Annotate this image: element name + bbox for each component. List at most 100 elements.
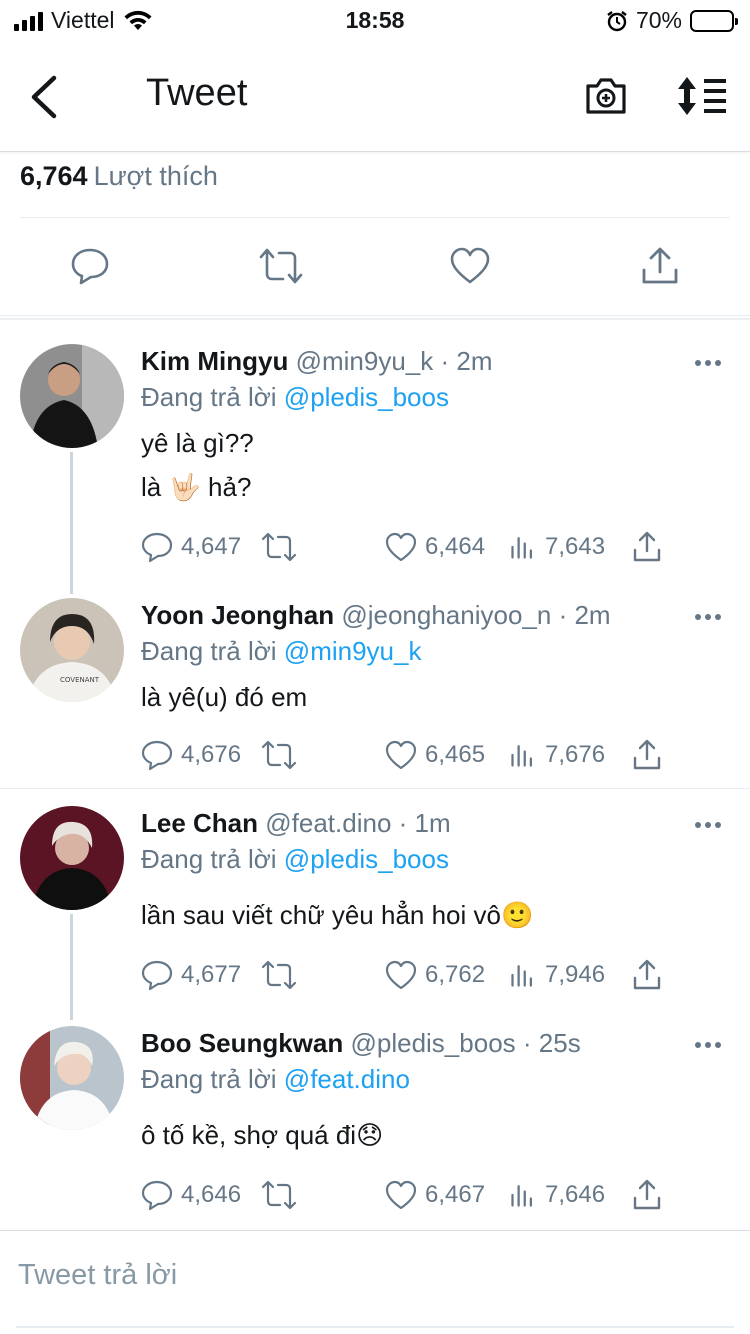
tweet-stats: 4,647 6,464 7,643: [141, 530, 681, 564]
reply-icon: [141, 532, 173, 563]
page-title: Tweet: [146, 72, 248, 114]
share-icon[interactable]: [640, 246, 680, 286]
reply-stat[interactable]: 4,676: [141, 738, 241, 772]
battery-icon: [690, 9, 738, 32]
like-stat[interactable]: 6,762: [385, 958, 485, 992]
like-stat[interactable]: 6,467: [385, 1178, 485, 1212]
avatar[interactable]: [20, 344, 124, 448]
reply-composer[interactable]: Tweet trả lời: [0, 1230, 750, 1334]
analytics-icon: [511, 745, 533, 767]
reply-stat[interactable]: 4,677: [141, 958, 241, 992]
conversation-divider: [0, 788, 750, 789]
reply-input-placeholder[interactable]: Tweet trả lời: [18, 1259, 177, 1292]
retweet-stat[interactable]: [261, 958, 297, 992]
reply-icon: [141, 1180, 173, 1211]
likes-label: Lượt thích: [93, 161, 218, 191]
likes-summary[interactable]: 6,764 Lượt thích: [20, 152, 730, 218]
retweet-icon: [261, 532, 297, 562]
share-icon: [633, 531, 661, 562]
replying-to-label: Đang trả lời: [141, 382, 277, 412]
reply-stat[interactable]: 4,646: [141, 1178, 241, 1212]
share-icon: [633, 959, 661, 990]
replying-to-handle[interactable]: @min9yu_k: [284, 636, 422, 666]
views-count: 7,646: [545, 1181, 606, 1208]
svg-text:COVENANT: COVENANT: [60, 676, 100, 684]
user-handle[interactable]: @jeonghaniyoo_n: [341, 600, 551, 630]
like-stat[interactable]: 6,464: [385, 530, 485, 564]
battery-percent: 70%: [635, 7, 682, 33]
share-stat[interactable]: [631, 738, 663, 772]
display-name[interactable]: Kim Mingyu: [141, 346, 288, 376]
share-stat[interactable]: [631, 1178, 663, 1212]
like-icon[interactable]: [450, 246, 490, 286]
tweet-text: lần sau viết chữ yêu hẳn hoi vô🙂: [141, 900, 534, 930]
views-stat[interactable]: 7,946: [509, 958, 605, 992]
analytics-icon: [511, 1185, 533, 1207]
share-icon: [633, 739, 661, 770]
replying-to-handle[interactable]: @pledis_boos: [284, 382, 449, 412]
display-name[interactable]: Lee Chan: [141, 808, 258, 838]
camera-plus-icon[interactable]: [584, 74, 628, 118]
tweet-text: là yê(u) đó em: [141, 682, 308, 712]
reply-count: 4,676: [181, 741, 242, 768]
views-stat[interactable]: 7,676: [509, 738, 605, 772]
display-name[interactable]: Yoon Jeonghan: [141, 600, 334, 630]
views-count: 7,676: [545, 741, 606, 768]
views-stat[interactable]: 7,646: [509, 1178, 605, 1212]
more-options-icon[interactable]: [694, 358, 722, 368]
retweet-icon[interactable]: [259, 246, 303, 286]
reply-stat[interactable]: 4,647: [141, 530, 241, 564]
display-name[interactable]: Boo Seungkwan: [141, 1028, 343, 1058]
top-nav-bar: Tweet: [0, 40, 750, 152]
like-icon: [385, 1180, 417, 1210]
views-stat[interactable]: 7,643: [509, 530, 605, 564]
retweet-stat[interactable]: [261, 530, 297, 564]
like-stat[interactable]: 6,465: [385, 738, 485, 772]
likes-count: 6,764: [20, 161, 88, 191]
sort-icon[interactable]: [676, 74, 728, 118]
tweet-stats: 4,676 6,465 7,676: [141, 738, 681, 772]
like-count: 6,467: [425, 1181, 486, 1208]
share-stat[interactable]: [631, 958, 663, 992]
tweet-header: Lee Chan @feat.dino · 1m: [141, 808, 451, 839]
reply-count: 4,677: [181, 961, 242, 988]
like-icon: [385, 532, 417, 562]
tweet-actions: [0, 218, 750, 316]
tweet-text: yê là gì??: [141, 428, 254, 458]
replying-to-label: Đang trả lời: [141, 1064, 277, 1094]
alarm-icon: [607, 10, 627, 31]
tweet-time: · 25s: [522, 1028, 581, 1058]
reply-icon[interactable]: [70, 246, 110, 286]
more-options-icon[interactable]: [694, 612, 722, 622]
reply-count: 4,646: [181, 1181, 242, 1208]
retweet-stat[interactable]: [261, 738, 297, 772]
more-options-icon[interactable]: [694, 1040, 722, 1050]
avatar[interactable]: [20, 806, 124, 910]
replying-to: Đang trả lời @pledis_boos: [141, 844, 449, 875]
views-count: 7,946: [545, 961, 606, 988]
retweet-stat[interactable]: [261, 1178, 297, 1212]
like-icon: [385, 740, 417, 770]
retweet-icon: [261, 1180, 297, 1210]
like-count: 6,465: [425, 741, 486, 768]
like-icon: [385, 960, 417, 990]
like-count: 6,464: [425, 533, 486, 560]
back-chevron-icon[interactable]: [26, 74, 66, 120]
tweet-header: Kim Mingyu @min9yu_k · 2m: [141, 346, 492, 377]
tweet-stats: 4,677 6,762 7,946: [141, 958, 681, 992]
avatar[interactable]: [20, 1026, 124, 1130]
avatar[interactable]: COVENANT: [20, 598, 124, 702]
more-options-icon[interactable]: [694, 820, 722, 830]
replying-to-handle[interactable]: @pledis_boos: [284, 844, 449, 874]
share-stat[interactable]: [631, 530, 663, 564]
user-handle[interactable]: @min9yu_k: [296, 346, 434, 376]
user-handle[interactable]: @feat.dino: [265, 808, 391, 838]
analytics-icon: [511, 537, 533, 559]
user-handle[interactable]: @pledis_boos: [350, 1028, 515, 1058]
thread-line: [70, 452, 73, 594]
replying-to-handle[interactable]: @feat.dino: [284, 1064, 410, 1094]
tweet-text: ô tố kề, shợ quá đi😞: [141, 1120, 384, 1150]
tweet-header: Boo Seungkwan @pledis_boos · 25s: [141, 1028, 581, 1059]
tweet-time: · 2m: [440, 346, 493, 376]
reply-count: 4,647: [181, 533, 242, 560]
